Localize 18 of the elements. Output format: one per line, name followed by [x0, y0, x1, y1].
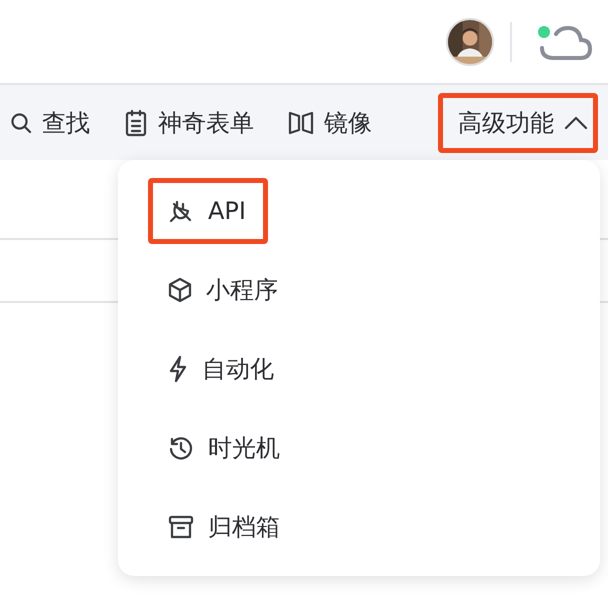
chevron-up-icon — [564, 116, 588, 130]
plug-icon — [168, 198, 194, 224]
history-icon — [168, 435, 194, 461]
dropdown-button[interactable]: 高级功能 — [438, 92, 598, 152]
mirror-icon — [288, 110, 314, 136]
archive-icon — [168, 514, 194, 540]
toolbar-button[interactable]: 神奇表单 — [116, 92, 262, 152]
toolbar-button[interactable]: 镜像 — [280, 92, 380, 152]
toolbar-button[interactable]: 查找 — [2, 92, 98, 152]
search-icon — [10, 112, 32, 134]
menu-item[interactable]: 时光机 — [148, 415, 302, 481]
menu-item[interactable]: API — [148, 178, 268, 244]
cube-icon — [168, 277, 192, 303]
menu-item[interactable]: 归档箱 — [148, 494, 302, 560]
menu-item[interactable]: 自动化 — [148, 336, 296, 402]
menu-item[interactable]: 小程序 — [148, 257, 300, 323]
lightning-icon — [168, 355, 188, 383]
clipboard-icon — [124, 108, 148, 136]
